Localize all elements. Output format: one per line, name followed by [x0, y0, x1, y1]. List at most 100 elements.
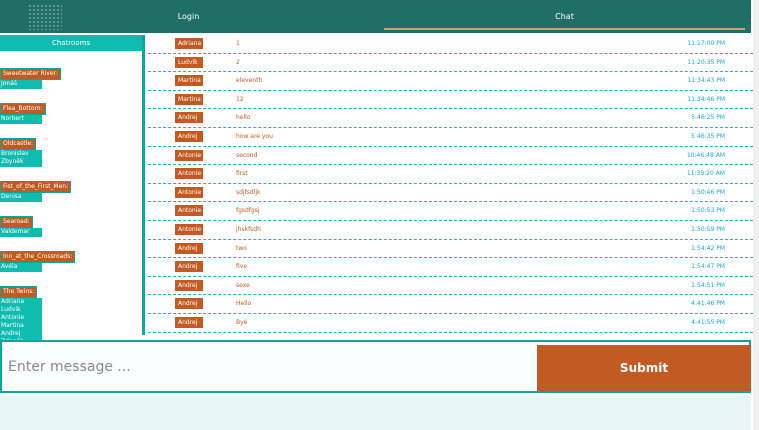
message-row: Andrej Byé 4:41:55 PM [148, 314, 753, 333]
chatroom-name[interactable]: Sweetwater River: [0, 68, 61, 80]
chatroom-user-list: Denisa [0, 193, 42, 202]
active-tab-indicator [384, 28, 745, 30]
submit-button-label: Submit [619, 361, 669, 375]
chatroom-item[interactable]: Inn_at_the_Crossroads: Avéla [0, 243, 142, 272]
message-text: sdjfsdljk [236, 188, 261, 196]
message-author: Andrej [175, 112, 203, 124]
chatroom-user: Ludvík [1, 306, 21, 313]
message-text: 1 [236, 40, 240, 47]
message-row: Andrej hello 5:46:25 PM [148, 109, 753, 128]
message-author: Ludvík [175, 56, 203, 68]
tab-login[interactable]: Login [0, 0, 377, 33]
message-row: Andrej Hello 4:41:46 PM [148, 295, 753, 314]
chatroom-user: Antonie [1, 314, 25, 321]
chatroom-name[interactable]: Flea_Bottom: [0, 103, 46, 115]
message-author: Andrej [175, 279, 203, 291]
message-timestamp: 5:46:25 PM [691, 114, 725, 122]
message-row: Antonie fgsdfgsj 1:50:53 PM [148, 202, 753, 221]
message-text: fgsdfgsj [236, 207, 260, 215]
chatrooms-header: Chatrooms [0, 35, 142, 51]
chatroom-user: Denisa [1, 193, 22, 200]
chatroom-user: Avéla [1, 263, 18, 270]
message-timestamp: 11:39:20 AM [686, 170, 725, 178]
message-timestamp: 11:17:00 PM [687, 40, 725, 47]
message-author: Andrej [175, 242, 203, 254]
message-row: Ludvík 2 11:20:35 PM [148, 54, 753, 73]
chatroom-user-list: Jonáš [0, 80, 42, 89]
message-author: Andrej [175, 261, 203, 273]
message-author: Andrej [175, 130, 203, 142]
message-author: Adriana [175, 38, 203, 49]
message-author: Antonie [175, 149, 203, 161]
message-timestamp: 11:20:35 PM [687, 58, 725, 66]
chatroom-user: Adriana [1, 298, 25, 305]
chatroom-item[interactable]: Fist_of_the_First_Men: Denisa [0, 173, 142, 202]
message-timestamp: 4:41:46 PM [691, 300, 725, 308]
message-text: second [236, 151, 258, 159]
message-text: eleventh [236, 77, 263, 85]
message-author: Andrej [175, 298, 203, 310]
message-timestamp: 4:41:55 PM [691, 318, 725, 326]
message-row: Andrej two 1:54:42 PM [148, 240, 753, 259]
message-text: hello [236, 114, 251, 122]
chatroom-user-list: Valdemar [0, 228, 42, 237]
chatroom-user-list: Norbert [0, 115, 42, 124]
message-text: sexe [236, 281, 250, 289]
chatroom-item[interactable]: Oldcastle: Bronislav Zbyněk [0, 130, 142, 167]
chatroom-name[interactable]: Fist_of_the_First_Men: [0, 181, 72, 193]
chatroom-user-list: Avéla [0, 263, 42, 272]
message-timestamp: 1:50:59 PM [691, 225, 725, 233]
message-text: first [236, 170, 248, 178]
chatroom-name[interactable]: The Twins: [0, 286, 38, 298]
message-timestamp: 11:34:46 PM [687, 95, 725, 103]
chatroom-user: Valdemar [1, 228, 30, 235]
chatroom-user: Martina [1, 322, 24, 329]
chatroom-user: Jonáš [1, 80, 18, 87]
chatroom-user-list: Bronislav Zbyněk [0, 150, 42, 167]
chatroom-user: Norbert [1, 115, 24, 122]
message-row: Antonie jhskfsdh 1:50:59 PM [148, 221, 753, 240]
message-author: Antonie [175, 223, 203, 235]
chatroom-user: Bronislav [1, 150, 29, 157]
message-row: Antonie sdjfsdljk 1:50:46 PM [148, 184, 753, 203]
message-row: Martina 12 11:34:46 PM [148, 91, 753, 110]
message-timestamp: 11:34:43 PM [687, 77, 725, 85]
chatroom-name[interactable]: Inn_at_the_Crossroads: [0, 251, 76, 263]
message-text: jhskfsdh [236, 225, 261, 233]
message-timestamp: 1:54:47 PM [691, 263, 725, 271]
message-text: two [236, 244, 247, 252]
chatroom-item[interactable]: Sweetwater River: Jonáš [0, 60, 142, 89]
message-composer: Submit [0, 340, 751, 393]
message-text: Hello [236, 300, 252, 308]
message-author: Antonie [175, 168, 203, 180]
message-author: Martina [175, 93, 203, 105]
page-scrollbar[interactable] [753, 0, 759, 430]
submit-button[interactable]: Submit [537, 345, 751, 391]
message-row: Andrej sexe 1:54:51 PM [148, 277, 753, 296]
chatroom-item[interactable]: Searoad: Valdemar [0, 208, 142, 237]
message-author: Antonie [175, 186, 203, 198]
chatroom-item[interactable]: Flea_Bottom: Norbert [0, 95, 142, 124]
tab-login-label: Login [177, 12, 200, 21]
chatroom-name[interactable]: Oldcastle: [0, 138, 37, 150]
message-list[interactable]: Adriana 1 11:17:00 PM Ludvík 2 11:20:35 PM Mar… [148, 35, 753, 335]
chatrooms-sidebar: Chatrooms Sweetwater River: Jonáš Flea_Bot… [0, 35, 145, 430]
message-row: Andrej how are you 5:46:35 PM [148, 128, 753, 147]
message-row: Antonie second 10:46:48 AM [148, 147, 753, 166]
message-author: Martina [175, 75, 203, 87]
message-timestamp: 1:54:51 PM [691, 281, 725, 289]
message-text: how are you [236, 132, 273, 140]
message-author: Andrej [175, 316, 203, 328]
message-input[interactable] [2, 342, 535, 391]
chatroom-name[interactable]: Searoad: [0, 216, 33, 228]
tab-chat-label: Chat [555, 12, 574, 21]
message-row: Antonie first 11:39:20 AM [148, 165, 753, 184]
message-text: 2 [236, 58, 240, 66]
message-text: Byé [236, 318, 248, 326]
message-timestamp: 1:50:53 PM [691, 207, 725, 215]
top-nav-bar: Login Chat [0, 0, 751, 33]
message-text: five [236, 263, 248, 271]
message-row: Adriana 1 11:17:00 PM [148, 35, 753, 54]
message-timestamp: 5:46:35 PM [691, 132, 725, 140]
message-row: Andrej five 1:54:47 PM [148, 258, 753, 277]
